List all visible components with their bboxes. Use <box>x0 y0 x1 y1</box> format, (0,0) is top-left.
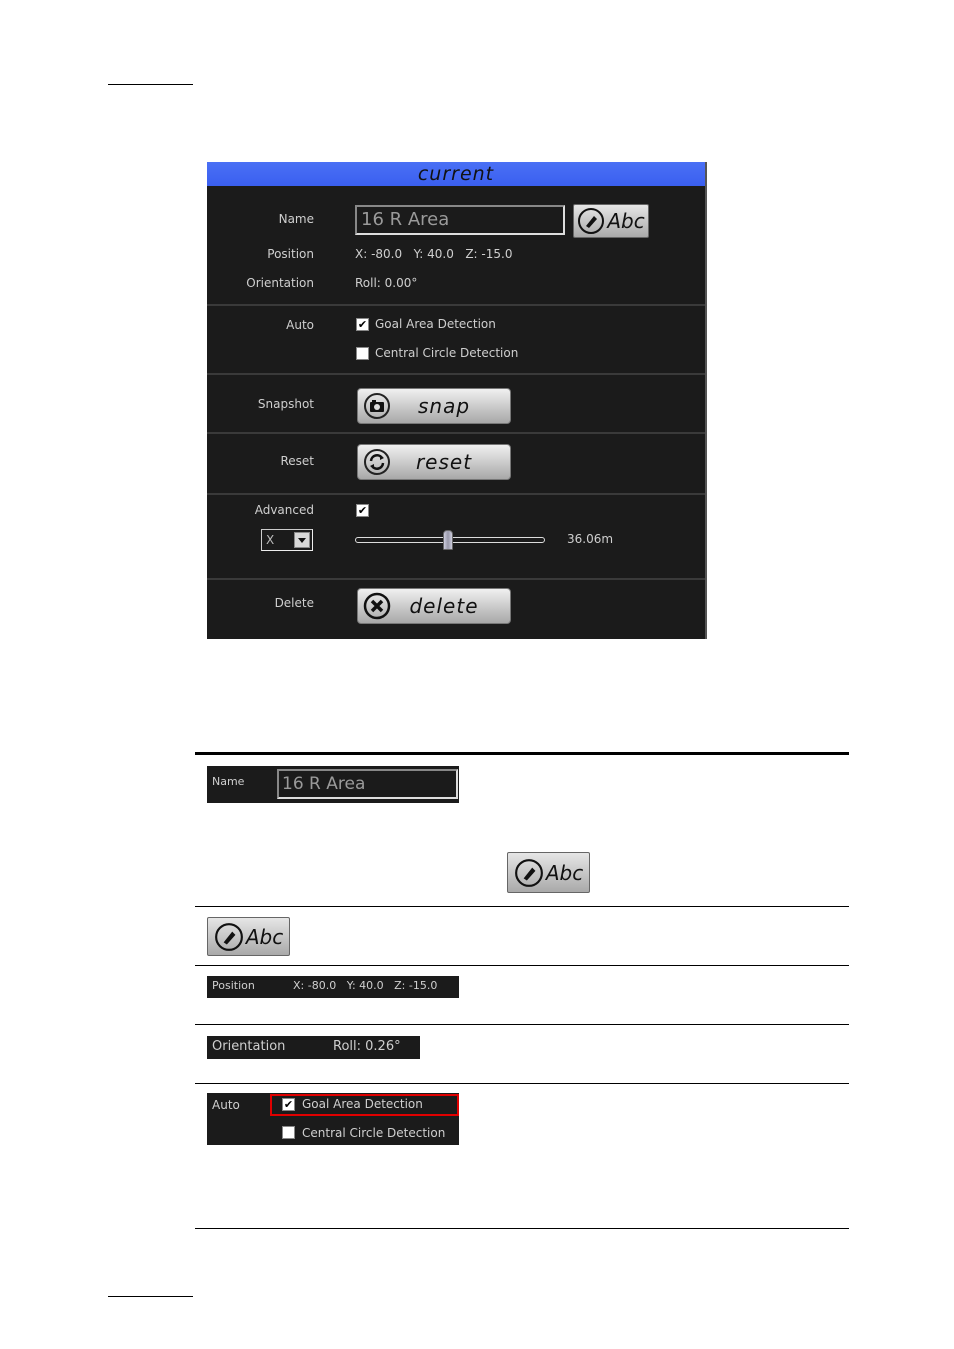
snap-button[interactable]: snap <box>357 388 511 424</box>
footer-rule <box>108 1296 193 1297</box>
reset-label: Reset <box>280 454 314 468</box>
orientation-snippet: Orientation Roll: 0.26° <box>207 1036 420 1059</box>
orientation-label: Orientation <box>246 276 314 290</box>
axis-select[interactable]: X <box>261 529 313 551</box>
header-rule <box>108 84 193 85</box>
snippet-orientation-value: Roll: 0.26° <box>333 1039 401 1054</box>
snippet-central-checkbox <box>282 1126 295 1139</box>
table-bottom-rule <box>195 1228 849 1229</box>
reset-button[interactable]: reset <box>357 444 511 480</box>
slider-value: 36.06m <box>567 532 614 546</box>
goal-area-checkbox[interactable]: ✔ <box>356 318 369 331</box>
table-row-rule <box>195 1083 849 1084</box>
auto-snippet: Auto ✔ Goal Area Detection Central Circl… <box>207 1093 459 1145</box>
delete-btn-label: delete <box>409 594 479 618</box>
snippet-goal-label: Goal Area Detection <box>302 1097 423 1111</box>
edit-name-button[interactable]: Abc <box>573 204 649 238</box>
abc-label: Abc <box>245 924 284 949</box>
advanced-section: Advanced ✔ X 36.06m <box>207 493 705 581</box>
delete-section: Delete delete <box>207 578 705 639</box>
auto-label: Auto <box>286 318 314 332</box>
table-row-rule <box>195 965 849 966</box>
slider-thumb[interactable] <box>443 530 454 550</box>
edit-name-label: Abc <box>607 209 645 233</box>
panel-title: current <box>207 162 705 186</box>
delete-label: Delete <box>274 596 314 610</box>
position-label: Position <box>267 247 314 261</box>
refresh-icon <box>364 449 390 475</box>
snap-label: snap <box>417 394 471 418</box>
name-snippet: Name 16 R Area <box>207 766 459 803</box>
delete-button[interactable]: delete <box>357 588 511 624</box>
snippet-position-value: X: -80.0 Y: 40.0 Z: -15.0 <box>293 979 438 992</box>
position-value: X: -80.0 Y: 40.0 Z: -15.0 <box>355 247 513 261</box>
snapshot-label: Snapshot <box>257 397 314 411</box>
pencil-circle-icon <box>514 858 543 887</box>
abc-button-inline: Abc <box>507 852 590 893</box>
advanced-label: Advanced <box>254 503 314 517</box>
position-snippet: Position X: -80.0 Y: 40.0 Z: -15.0 <box>207 976 459 998</box>
name-input[interactable]: 16 R Area <box>355 205 565 235</box>
table-row-rule <box>195 1024 849 1025</box>
advanced-checkbox[interactable]: ✔ <box>356 504 369 517</box>
abc-label: Abc <box>545 860 584 885</box>
abc-button-snippet: Abc <box>207 917 290 956</box>
goal-area-label: Goal Area Detection <box>375 317 496 331</box>
snippet-auto-label: Auto <box>212 1098 240 1112</box>
snippet-goal-checkbox: ✔ <box>282 1098 295 1111</box>
snippet-central-label: Central Circle Detection <box>302 1126 446 1140</box>
chevron-down-icon[interactable] <box>294 532 310 548</box>
snippet-position-label: Position <box>212 979 255 992</box>
snippet-name-input: 16 R Area <box>277 769 458 799</box>
snippet-name-label: Name <box>212 775 245 788</box>
orientation-value: Roll: 0.00° <box>355 276 418 290</box>
central-circle-checkbox[interactable] <box>356 347 369 360</box>
reset-section: Reset reset <box>207 432 705 494</box>
snippet-orientation-label: Orientation <box>212 1039 286 1054</box>
pencil-circle-icon <box>214 922 243 951</box>
table-row-rule <box>195 906 849 907</box>
snapshot-section: Snapshot snap <box>207 373 705 435</box>
central-circle-label: Central Circle Detection <box>375 346 519 360</box>
pencil-circle-icon <box>578 208 605 234</box>
table-top-rule <box>195 752 849 755</box>
reset-btn-label: reset <box>415 450 473 474</box>
name-label: Name <box>278 212 314 226</box>
axis-select-value: X <box>266 533 275 547</box>
current-panel: current Name 16 R Area Abc Position X: -… <box>207 162 707 639</box>
x-circle-icon <box>363 592 391 620</box>
distance-slider[interactable] <box>355 530 545 550</box>
auto-section: Auto ✔ Goal Area Detection Central Circl… <box>207 304 705 376</box>
camera-icon <box>364 393 390 419</box>
